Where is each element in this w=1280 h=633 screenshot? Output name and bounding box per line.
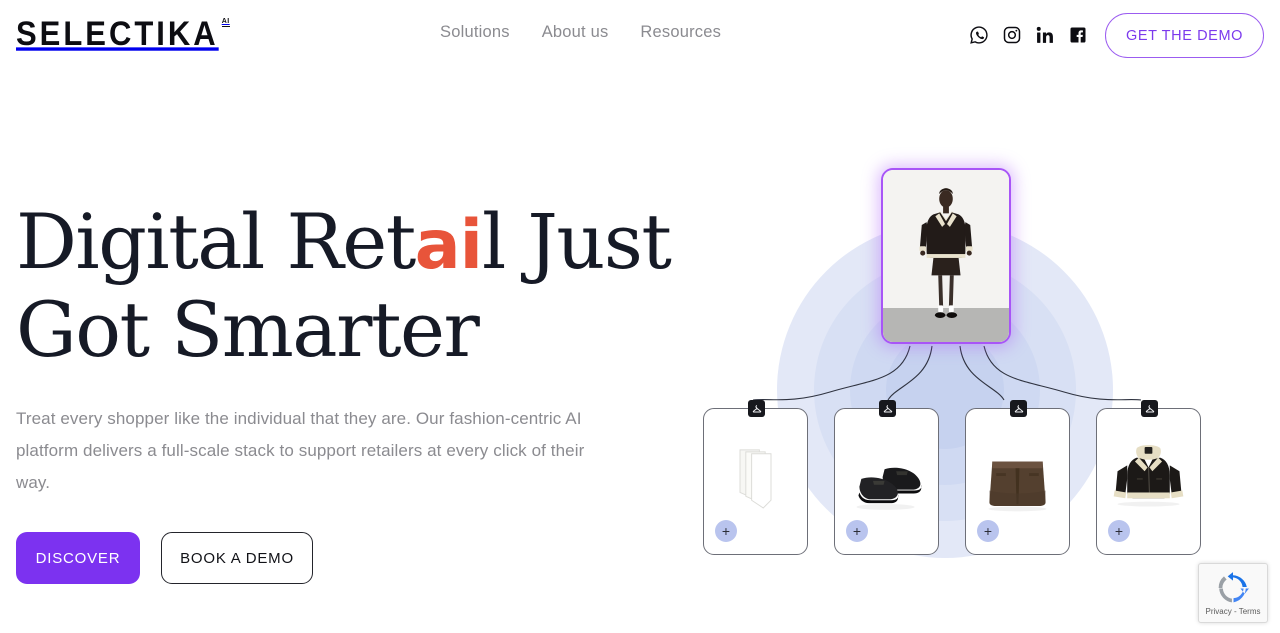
- main-navigation: Solutions About us Resources: [440, 23, 721, 42]
- site-header: SELECTIKA AI Solutions About us Resource…: [0, 0, 1280, 72]
- page-title: Digital Retail Just Got Smarter: [16, 197, 672, 375]
- brand-logo-text: SELECTIKA: [16, 13, 219, 53]
- hero-subtext: Treat every shopper like the individual …: [16, 409, 585, 493]
- hanger-tab-icon: [879, 400, 896, 417]
- hero-content: Digital Retail Just Got Smarter Treat ev…: [16, 197, 672, 585]
- add-to-cart-button[interactable]: +: [1108, 520, 1130, 542]
- shearling-jacket-illustration: [1104, 431, 1193, 523]
- hero-graphic: + + + +: [640, 80, 1280, 633]
- product-card-jacket[interactable]: +: [1096, 400, 1201, 555]
- add-to-cart-button[interactable]: +: [846, 520, 868, 542]
- brand-logo-superscript: AI: [221, 18, 230, 27]
- add-to-cart-button[interactable]: +: [977, 520, 999, 542]
- nav-item-resources[interactable]: Resources: [640, 23, 721, 42]
- paper-stack-illustration: [711, 431, 800, 523]
- facebook-icon[interactable]: [1068, 25, 1088, 45]
- model-outfit-card[interactable]: [881, 168, 1011, 344]
- nav-item-about-us[interactable]: About us: [542, 23, 609, 42]
- discover-button[interactable]: DISCOVER: [16, 532, 140, 585]
- get-the-demo-button[interactable]: GET THE DEMO: [1105, 13, 1264, 58]
- add-to-cart-button[interactable]: +: [715, 520, 737, 542]
- loafers-illustration: [842, 431, 931, 523]
- recaptcha-icon: [1216, 571, 1250, 605]
- book-a-demo-button[interactable]: BOOK A DEMO: [161, 532, 313, 585]
- leather-skirt-illustration: [973, 431, 1062, 523]
- model-figure-illustration: [883, 170, 1009, 342]
- nav-item-solutions[interactable]: Solutions: [440, 23, 510, 42]
- whatsapp-icon[interactable]: [969, 25, 989, 45]
- social-links: [969, 25, 1088, 45]
- hero-cta-row: DISCOVER BOOK A DEMO: [16, 532, 616, 585]
- product-card-paper-stack[interactable]: +: [703, 400, 808, 555]
- headline-line-2: Got Smarter: [16, 285, 480, 375]
- headline-accent-ai: ai: [414, 206, 483, 285]
- hanger-tab-icon: [1010, 400, 1027, 417]
- landing-page: SELECTIKA AI Solutions About us Resource…: [0, 0, 1280, 633]
- headline-line-1-part-2: l Just: [481, 197, 672, 286]
- hanger-tab-icon: [1141, 400, 1158, 417]
- product-card-grid: + + + +: [640, 80, 1280, 633]
- brand-logo[interactable]: SELECTIKA AI: [16, 16, 230, 51]
- hanger-tab-icon: [748, 400, 765, 417]
- product-card-skirt[interactable]: +: [965, 400, 1070, 555]
- headline-line-1-part-1: Digital Ret: [16, 197, 416, 286]
- recaptcha-badge[interactable]: Privacy - Terms: [1198, 563, 1268, 623]
- recaptcha-privacy-terms: Privacy - Terms: [1205, 606, 1261, 616]
- linkedin-icon[interactable]: [1035, 25, 1055, 45]
- product-card-loafers[interactable]: +: [834, 400, 939, 555]
- instagram-icon[interactable]: [1002, 25, 1022, 45]
